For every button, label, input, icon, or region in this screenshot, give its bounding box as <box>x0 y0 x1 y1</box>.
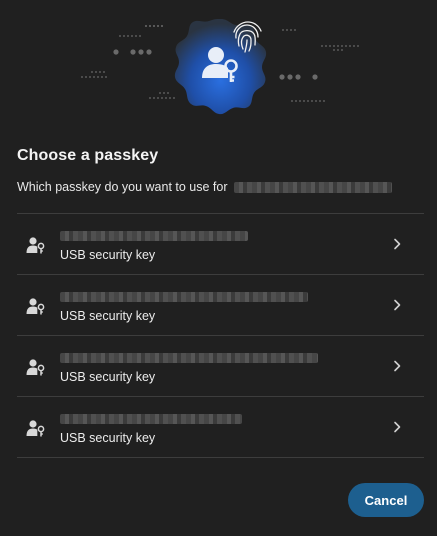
chevron-right-icon <box>394 238 401 250</box>
chevron-right-icon <box>394 421 401 433</box>
passkey-list: USB security key USB security key USB se… <box>17 213 424 458</box>
passkey-option[interactable]: USB security key <box>17 214 424 275</box>
dialog-subtitle-text: Which passkey do you want to use for <box>17 180 228 194</box>
passkey-type-label: USB security key <box>60 248 156 262</box>
decorative-dots-left <box>81 25 175 99</box>
passkey-type-label: USB security key <box>60 309 156 323</box>
dialog-subtitle: Which passkey do you want to use for <box>17 180 392 194</box>
redacted-site-name <box>233 181 392 193</box>
person-key-icon <box>26 298 45 315</box>
passkey-option[interactable]: USB security key <box>17 336 424 397</box>
person-key-icon <box>26 420 45 437</box>
dialog-title: Choose a passkey <box>17 147 159 164</box>
chevron-right-icon <box>394 360 401 372</box>
cancel-button[interactable]: Cancel <box>348 483 424 517</box>
redacted-account-name <box>60 414 242 424</box>
chevron-right-icon <box>394 299 401 311</box>
person-key-icon <box>26 359 45 376</box>
passkey-badge-icon <box>174 19 267 115</box>
passkey-dialog: Choose a passkey Which passkey do you wa… <box>0 0 437 536</box>
passkey-type-label: USB security key <box>60 370 156 384</box>
person-key-icon <box>26 237 45 254</box>
passkey-hero-illustration <box>81 19 359 115</box>
passkey-option[interactable]: USB security key <box>17 275 424 336</box>
redacted-account-name <box>60 231 248 241</box>
passkey-type-label: USB security key <box>60 431 156 445</box>
redacted-account-name <box>60 353 318 363</box>
passkey-option[interactable]: USB security key <box>17 397 424 458</box>
decorative-dots-right <box>279 29 359 102</box>
redacted-account-name <box>60 292 308 302</box>
